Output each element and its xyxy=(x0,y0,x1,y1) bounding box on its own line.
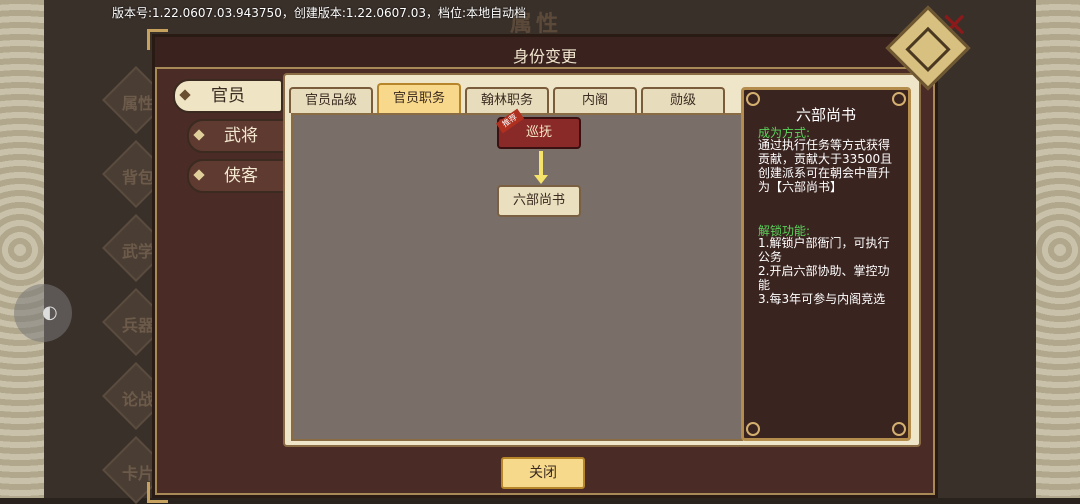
node-label: 巡抚 xyxy=(525,125,552,140)
nav-tab-label: 侠客 xyxy=(224,166,258,186)
bg-side-label: 背包 xyxy=(122,168,155,187)
sub-tab-position[interactable]: 官员职务 xyxy=(377,83,461,115)
bg-side-label: 卡片 xyxy=(122,464,155,483)
nav-tab-label: 武将 xyxy=(224,126,258,146)
assist-icon: ◐ xyxy=(42,302,58,323)
diamond-icon xyxy=(179,89,191,101)
position-tree: 推荐 巡抚 六部尚书 xyxy=(291,108,743,441)
sub-tab-rank[interactable]: 官员品级 xyxy=(289,87,373,113)
nav-tab-knight[interactable]: 侠客 xyxy=(187,159,295,193)
close-button[interactable]: 关闭 xyxy=(501,457,585,489)
sub-tab-hanlin[interactable]: 翰林职务 xyxy=(465,87,549,113)
unlock-item: 2.开启六部协助、掌控功能 xyxy=(758,264,890,292)
arrow-head-icon xyxy=(534,175,548,184)
right-ornament xyxy=(1036,0,1080,498)
nav-tab-label: 官员 xyxy=(211,86,245,106)
dialog-title-bar: 身份变更 xyxy=(155,37,935,69)
info-title: 六部尚书 xyxy=(795,106,856,124)
method-text: 通过执行任务等方式获得贡献，贡献大于33500且创建派系可在朝会中晋升为【六部尚… xyxy=(758,138,893,194)
left-ornament xyxy=(0,0,44,498)
corner-ornament xyxy=(746,422,760,436)
tree-node-xunfu[interactable]: 推荐 巡抚 xyxy=(495,108,581,149)
recommend-tag: 推荐 xyxy=(495,108,525,134)
nav-tab-official[interactable]: 官员 xyxy=(173,79,283,113)
sub-tab-cabinet[interactable]: 内阁 xyxy=(553,87,637,113)
bg-side-label: 属性 xyxy=(122,94,155,113)
diamond-icon xyxy=(193,169,205,181)
position-info-panel: 六部尚书 成为方式: 通过执行任务等方式获得贡献，贡献大于33500且创建派系可… xyxy=(741,87,911,441)
corner-ornament xyxy=(147,29,168,50)
content-panel: 官员品级 官员职务 翰林职务 内阁 勋级 推荐 巡抚 六部尚书 六部尚书 成为方… xyxy=(283,73,921,447)
identity-change-dialog: 身份变更 官员 武将 侠客 官员品级 官员职务 翰林职务 内阁 勋级 推荐 巡抚… xyxy=(147,29,938,503)
bg-side-label: 兵器 xyxy=(122,316,155,335)
corner-ornament xyxy=(892,422,906,436)
bg-side-label: 武学 xyxy=(122,242,155,261)
nav-tab-general[interactable]: 武将 xyxy=(187,119,295,153)
bg-side-label: 论战 xyxy=(122,390,155,409)
unlock-item: 3.每3年可参与内阁竞选 xyxy=(758,292,886,306)
sub-tab-merit[interactable]: 勋级 xyxy=(641,87,725,113)
diamond-icon xyxy=(193,129,205,141)
dialog-title: 身份变更 xyxy=(512,47,577,66)
floating-assist-button[interactable]: ◐ xyxy=(14,284,72,342)
corner-ornament xyxy=(147,482,168,503)
unlock-item: 1.解锁户部衙门，可执行公务 xyxy=(758,236,890,264)
version-info: 版本号:1.22.0607.03.943750，创建版本:1.22.0607.0… xyxy=(112,6,527,20)
tree-node-liubu-shangshu[interactable]: 六部尚书 xyxy=(497,185,581,217)
